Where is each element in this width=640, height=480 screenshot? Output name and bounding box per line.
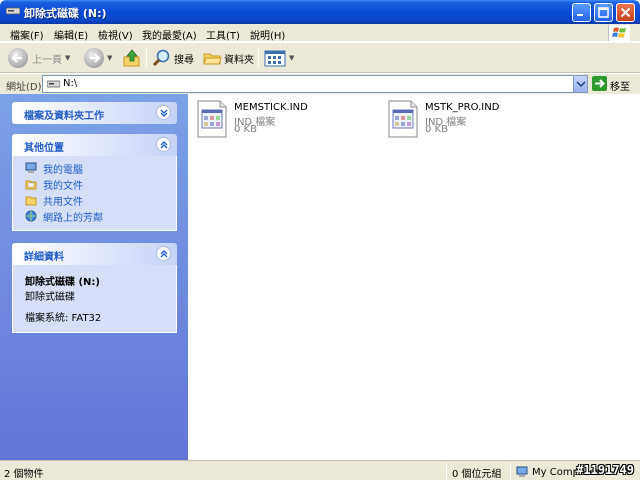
menu-favorites[interactable]: 我的最愛(A) [142, 27, 197, 42]
folders-button[interactable]: 資料夾 [202, 47, 254, 69]
maximize-button[interactable] [594, 3, 613, 22]
back-label: 上一頁 [32, 54, 62, 66]
file-size: 0 KB [425, 124, 448, 135]
menu-file[interactable]: 檔案(F) [10, 27, 44, 42]
collapse-icon[interactable] [156, 137, 171, 152]
minimize-icon [577, 14, 583, 16]
file-size: 0 KB [234, 124, 257, 135]
views-button[interactable]: ▼ [264, 47, 294, 69]
place-label: 我的電腦 [43, 164, 83, 176]
file-item[interactable]: MSTK_PRO.IND IND 檔案 0 KB [379, 96, 559, 140]
removable-drive-icon [6, 7, 20, 15]
collapse-icon[interactable] [156, 246, 171, 261]
search-button[interactable]: 搜尋 [152, 47, 194, 69]
go-arrow-icon [595, 79, 605, 88]
back-arrow-icon [8, 48, 28, 68]
file-tasks-title: 檔案及資料夾工作 [24, 111, 104, 122]
file-list[interactable]: MEMSTICK.IND IND 檔案 0 KB MSTK_PRO.IND IN… [188, 94, 640, 460]
folders-icon [203, 53, 222, 65]
file-tasks-panel: 檔案及資料夾工作 [12, 102, 177, 124]
chevron-down-icon: ▼ [107, 54, 113, 62]
my-documents-icon [25, 180, 37, 190]
place-shared-documents[interactable]: 共用文件 [13, 192, 176, 208]
file-name: MEMSTICK.IND [234, 102, 308, 113]
file-item[interactable]: MEMSTICK.IND IND 檔案 0 KB [188, 96, 368, 140]
toolbar: 上一頁 ▼ ▼ 搜尋 資料夾 ▼ [0, 43, 640, 73]
address-label: 網址(D) [6, 82, 42, 93]
ind-file-icon [197, 100, 227, 138]
up-folder-icon [123, 49, 140, 67]
status-object-count: 2 個物件 [4, 469, 44, 480]
menu-bar: 檔案(F) 編輯(E) 檢視(V) 我的最愛(A) 工具(T) 說明(H) [0, 24, 640, 42]
menu-edit[interactable]: 編輯(E) [54, 27, 88, 42]
details-type: 卸除式磁碟 [25, 292, 75, 303]
chevron-down-icon [576, 81, 586, 88]
views-icon [264, 50, 286, 67]
place-label: 共用文件 [43, 196, 83, 208]
removable-drive-icon [47, 80, 60, 88]
address-value: N:\ [63, 78, 78, 89]
place-my-computer[interactable]: 我的電腦 [13, 160, 176, 176]
close-button[interactable] [616, 3, 635, 22]
my-computer-icon [516, 466, 528, 477]
address-bar: 網址(D) N:\ 移至 [0, 74, 640, 94]
maximize-icon [598, 7, 609, 18]
network-places-icon [25, 210, 37, 222]
other-places-panel: 其他位置 我的電腦 我的文件 共用文件 網路上的芳鄰 [12, 134, 177, 231]
minimize-button[interactable] [572, 3, 591, 22]
shared-folder-icon [25, 196, 37, 206]
go-label[interactable]: 移至 [610, 78, 630, 93]
forward-button[interactable]: ▼ [84, 47, 112, 69]
other-places-header[interactable]: 其他位置 [12, 134, 177, 156]
details-panel: 詳細資料 卸除式磁碟 (N:) 卸除式磁碟 檔案系統: FAT32 [12, 243, 177, 333]
details-title: 詳細資料 [24, 252, 64, 263]
close-icon [620, 7, 631, 18]
address-dropdown-button[interactable] [573, 76, 587, 92]
chevron-down-icon: ▼ [65, 54, 71, 62]
forward-arrow-icon [84, 48, 104, 68]
file-name: MSTK_PRO.IND [425, 102, 500, 113]
folders-label: 資料夾 [224, 54, 254, 66]
watermark-text: #1191749 [576, 463, 634, 477]
search-label: 搜尋 [174, 54, 194, 66]
place-network[interactable]: 網路上的芳鄰 [13, 208, 176, 224]
search-icon [152, 49, 170, 67]
menu-tools[interactable]: 工具(T) [206, 27, 240, 42]
place-label: 網路上的芳鄰 [43, 212, 103, 224]
up-folder-button[interactable] [122, 47, 142, 69]
go-button[interactable] [592, 76, 607, 91]
task-pane: 檔案及資料夾工作 其他位置 我的電腦 我的文件 共用文件 網路上的芳鄰 詳細資料… [0, 94, 188, 460]
place-label: 我的文件 [43, 180, 83, 192]
windows-logo-icon [608, 25, 630, 41]
other-places-body: 我的電腦 我的文件 共用文件 網路上的芳鄰 [12, 156, 177, 231]
expand-icon[interactable] [156, 105, 171, 120]
address-input[interactable]: N:\ [42, 75, 588, 93]
details-filesystem: 檔案系統: FAT32 [25, 313, 102, 324]
status-size: 0 個位元組 [452, 469, 502, 480]
my-computer-icon [25, 162, 37, 173]
details-body: 卸除式磁碟 (N:) 卸除式磁碟 檔案系統: FAT32 [12, 265, 177, 333]
details-header[interactable]: 詳細資料 [12, 243, 177, 265]
file-tasks-header[interactable]: 檔案及資料夾工作 [12, 102, 177, 124]
ind-file-icon [388, 100, 418, 138]
menu-help[interactable]: 說明(H) [250, 27, 285, 42]
place-my-documents[interactable]: 我的文件 [13, 176, 176, 192]
status-bar: 2 個物件 0 個位元組 My Computer [0, 460, 640, 480]
back-button[interactable]: 上一頁 ▼ [8, 47, 70, 69]
chevron-down-icon: ▼ [289, 54, 295, 62]
other-places-title: 其他位置 [24, 143, 64, 154]
window-title: 卸除式磁碟 (N:) [24, 7, 107, 20]
details-name: 卸除式磁碟 (N:) [25, 277, 100, 288]
menu-view[interactable]: 檢視(V) [98, 27, 133, 42]
title-bar[interactable]: 卸除式磁碟 (N:) [0, 0, 640, 24]
